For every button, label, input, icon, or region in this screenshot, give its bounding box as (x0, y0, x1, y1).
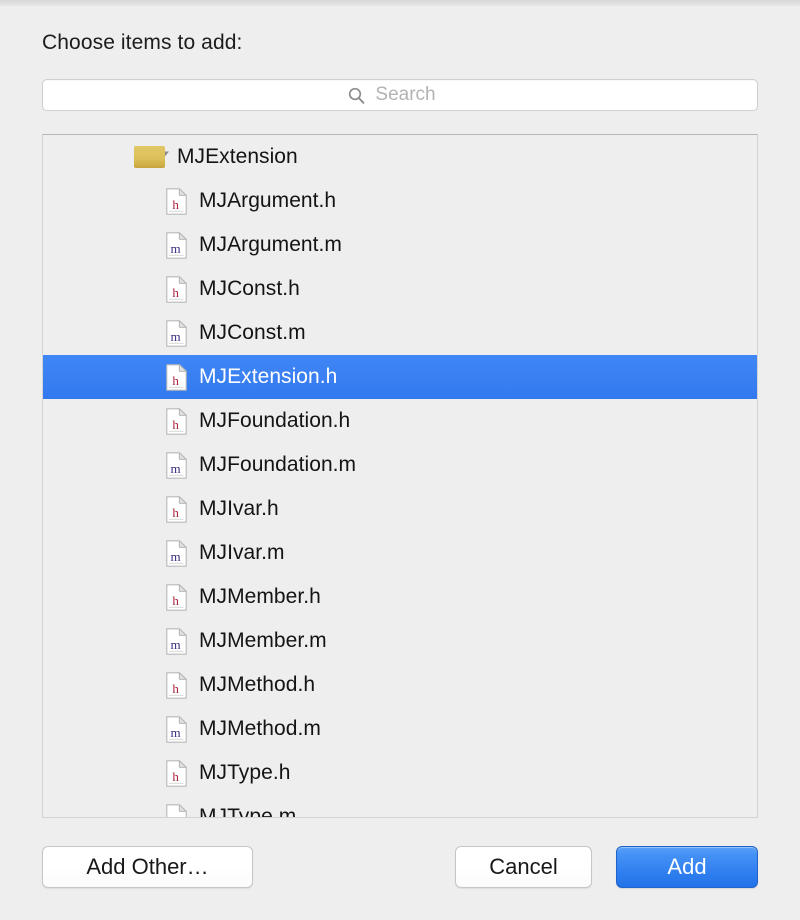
source-file-icon: m (166, 231, 187, 259)
header-file-icon: h (166, 671, 187, 699)
file-list-row[interactable]: m MJMethod.m (43, 707, 757, 751)
source-file-icon: m (166, 803, 187, 819)
svg-text:h: h (172, 681, 179, 696)
search-icon (349, 87, 365, 104)
file-list-row-label: MJType.h (199, 761, 291, 784)
svg-text:m: m (171, 549, 181, 564)
source-file-icon: m (166, 451, 187, 479)
file-list-row-label: MJFoundation.m (199, 453, 357, 476)
file-list-row-label: MJArgument.m (199, 233, 342, 256)
file-list-row-label: MJIvar.h (199, 497, 279, 520)
search-input[interactable]: Search (375, 84, 435, 106)
svg-text:h: h (172, 373, 179, 388)
header-file-icon: h (166, 275, 187, 303)
search-field-content: Search (348, 84, 436, 106)
file-list-row[interactable]: m MJIvar.m (43, 531, 757, 575)
file-list-row[interactable]: h MJMember.h (43, 575, 757, 619)
svg-text:h: h (172, 197, 179, 212)
source-file-icon: m (166, 319, 187, 347)
file-list-row-label: MJExtension (177, 145, 298, 168)
file-list-row[interactable]: h MJFoundation.h (43, 399, 757, 443)
svg-text:m: m (171, 461, 181, 476)
header-file-icon: h (166, 187, 187, 215)
svg-text:h: h (172, 593, 179, 608)
svg-text:m: m (171, 241, 181, 256)
file-list-row[interactable]: m MJArgument.m (43, 223, 757, 267)
header-file-icon: h (166, 363, 187, 391)
file-list-row-label: MJMethod.h (199, 673, 316, 696)
svg-text:h: h (172, 769, 179, 784)
file-list-row-label: MJConst.m (199, 321, 306, 344)
svg-text:m: m (171, 813, 181, 819)
header-file-icon: h (166, 407, 187, 435)
file-list-row-label: MJConst.h (199, 277, 300, 300)
file-list-row[interactable]: m MJType.m (43, 795, 757, 819)
file-list-rows: MJExtension h MJArgument.h m MJArgument.m h MJ… (43, 135, 757, 819)
add-button[interactable]: Add (616, 846, 758, 888)
file-list-row-label: MJExtension.h (199, 365, 338, 388)
file-list-row-label: MJIvar.m (199, 541, 285, 564)
file-list-row[interactable]: h MJConst.h (43, 267, 757, 311)
svg-text:m: m (171, 637, 181, 652)
svg-text:m: m (171, 329, 181, 344)
file-list-row-label: MJMethod.m (199, 717, 321, 740)
svg-text:h: h (172, 417, 179, 432)
file-list-row-label: MJFoundation.h (199, 409, 351, 432)
svg-text:h: h (172, 285, 179, 300)
source-file-icon: m (166, 539, 187, 567)
search-field[interactable]: Search (42, 79, 758, 111)
file-list-row[interactable]: h MJMethod.h (43, 663, 757, 707)
source-file-icon: m (166, 627, 187, 655)
header-file-icon: h (166, 759, 187, 787)
header-file-icon: h (166, 583, 187, 611)
file-list-row[interactable]: h MJExtension.h (43, 355, 757, 399)
add-other-button[interactable]: Add Other… (42, 846, 253, 888)
dialog-footer: Add Other… Cancel Add (0, 839, 800, 899)
file-list-row[interactable]: m MJFoundation.m (43, 443, 757, 487)
header-file-icon: h (166, 495, 187, 523)
cancel-button[interactable]: Cancel (455, 846, 592, 888)
file-list-row[interactable]: h MJIvar.h (43, 487, 757, 531)
file-list-row[interactable]: m MJMember.m (43, 619, 757, 663)
file-list-row-label: MJArgument.h (199, 189, 337, 212)
choose-items-dialog: Choose items to add: Search MJExtension h… (0, 7, 800, 920)
page-title: Choose items to add: (42, 31, 243, 54)
file-list[interactable]: MJExtension h MJArgument.h m MJArgument.m h MJ… (42, 134, 758, 818)
folder-icon (134, 146, 165, 168)
source-file-icon: m (166, 715, 187, 743)
file-list-row-label: MJType.m (199, 805, 297, 818)
svg-text:h: h (172, 505, 179, 520)
file-list-row[interactable]: h MJArgument.h (43, 179, 757, 223)
file-list-row-label: MJMember.m (199, 629, 327, 652)
file-list-folder-row[interactable]: MJExtension (43, 135, 757, 179)
svg-text:m: m (171, 725, 181, 740)
file-list-row-label: MJMember.h (199, 585, 321, 608)
file-list-row[interactable]: m MJConst.m (43, 311, 757, 355)
file-list-row[interactable]: h MJType.h (43, 751, 757, 795)
